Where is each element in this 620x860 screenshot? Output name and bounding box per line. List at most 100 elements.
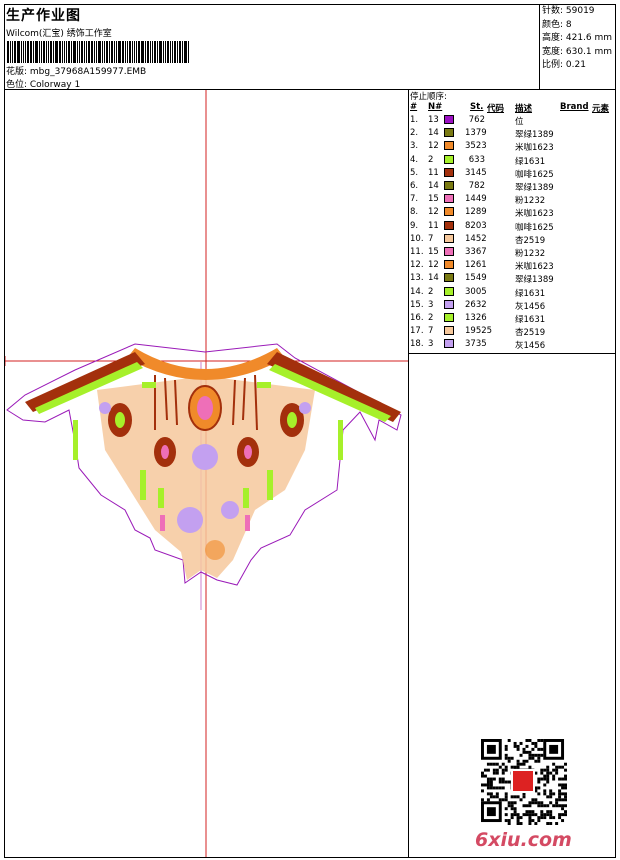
stop-index: 2. bbox=[410, 128, 419, 139]
stitch-count: 3367 bbox=[465, 247, 487, 257]
thread-description: 咖啡1625 bbox=[515, 222, 554, 233]
needle-number: 11 bbox=[428, 220, 439, 231]
needle-number: 12 bbox=[428, 141, 439, 152]
table-row: 13. 14 1549 翠绿1389 bbox=[410, 272, 616, 285]
table-row: 15. 3 2632 灰1456 bbox=[410, 299, 616, 312]
table-row: 7. 15 1449 粉1232 bbox=[410, 193, 616, 206]
thread-description: 绿1631 bbox=[515, 156, 546, 167]
needle-number: 2 bbox=[428, 154, 434, 165]
stitch-count: 1261 bbox=[465, 260, 487, 271]
header: 生产作业图 Wilcom(汇宝) 绣饰工作室 花版: mbg_37968A159… bbox=[6, 5, 538, 90]
needle-number: 14 bbox=[428, 273, 439, 284]
thread-description: 位 bbox=[515, 117, 524, 127]
color-swatch bbox=[444, 154, 454, 164]
needle-number: 2 bbox=[428, 286, 434, 297]
table-row: 3. 12 3523 米咖1623 bbox=[410, 140, 616, 153]
color-swatch bbox=[444, 273, 454, 283]
stop-index: 3. bbox=[410, 141, 419, 152]
stop-index: 6. bbox=[410, 181, 419, 191]
software-label: Wilcom(汇宝) 绣饰工作室 bbox=[6, 29, 112, 39]
stitch-count: 3735 bbox=[465, 339, 487, 350]
table-row: 2. 14 1379 翠绿1389 bbox=[410, 127, 616, 140]
thread-description: 咖啡1625 bbox=[515, 169, 554, 180]
stop-index: 16. bbox=[410, 313, 424, 323]
table-row: 11. 15 3367 粉1232 bbox=[410, 246, 616, 259]
needle-number: 3 bbox=[428, 339, 434, 350]
color-swatch bbox=[444, 326, 454, 336]
stitch-count: 1549 bbox=[465, 273, 487, 284]
table-row: 9. 11 8203 咖啡1625 bbox=[410, 220, 616, 233]
thread-description: 灰1456 bbox=[515, 301, 546, 312]
stop-index: 9. bbox=[410, 220, 419, 231]
stitch-count: 针数: 59019 bbox=[542, 6, 595, 16]
thread-description: 绿1631 bbox=[515, 315, 546, 325]
stitch-count: 3145 bbox=[465, 167, 487, 178]
table-row: 10. 7 1452 杏2519 bbox=[410, 233, 616, 246]
scale: 比例: 0.21 bbox=[542, 60, 586, 70]
needle-number: 11 bbox=[428, 167, 439, 178]
thread-description: 翠绿1389 bbox=[515, 183, 554, 193]
needle-number: 3 bbox=[428, 299, 434, 310]
table-header: # N# St. 代码 描述 Brand 元素 bbox=[410, 102, 616, 114]
stats-panel: 针数: 59019 颜色: 8 高度: 421.6 mm 宽度: 630.1 m… bbox=[542, 5, 616, 73]
needle-number: 12 bbox=[428, 207, 439, 218]
divider bbox=[408, 353, 616, 354]
table-row: 6. 14 782 翠绿1389 bbox=[410, 180, 616, 193]
design-preview bbox=[5, 90, 408, 857]
color-swatch bbox=[444, 141, 454, 151]
thread-description: 绿1631 bbox=[515, 288, 546, 299]
color-swatch bbox=[444, 220, 454, 230]
design-height: 高度: 421.6 mm bbox=[542, 33, 613, 43]
table-row: 18. 3 3735 灰1456 bbox=[410, 338, 616, 351]
thread-description: 翠绿1389 bbox=[515, 130, 554, 141]
color-swatch bbox=[444, 115, 454, 124]
stop-index: 14. bbox=[410, 286, 424, 297]
stitch-count: 762 bbox=[468, 115, 485, 125]
color-swatch bbox=[444, 207, 454, 217]
color-swatch bbox=[444, 128, 454, 138]
table-row: 17. 7 19525 杏2519 bbox=[410, 325, 616, 338]
file-name: 花版: mbg_37968A159977.EMB bbox=[6, 67, 147, 77]
thread-description: 粉1232 bbox=[515, 196, 546, 207]
color-swatch bbox=[444, 194, 454, 204]
col-header: # bbox=[410, 102, 418, 112]
thread-description: 灰1456 bbox=[515, 341, 546, 352]
needle-number: 15 bbox=[428, 247, 439, 257]
stop-index: 8. bbox=[410, 207, 419, 218]
stitch-count: 3523 bbox=[465, 141, 487, 152]
col-header: N# bbox=[428, 102, 443, 112]
needle-number: 7 bbox=[428, 233, 434, 244]
needle-number: 14 bbox=[428, 181, 439, 191]
medallion-left-1 bbox=[108, 403, 132, 437]
embroidery-design bbox=[5, 90, 408, 857]
stop-index: 1. bbox=[410, 115, 419, 125]
col-header: 描述 bbox=[515, 104, 533, 114]
needle-number: 12 bbox=[428, 260, 439, 271]
thread-description: 杏2519 bbox=[515, 328, 546, 339]
stop-index: 12. bbox=[410, 260, 424, 271]
needle-number: 2 bbox=[428, 313, 434, 323]
table-row: 14. 2 3005 绿1631 bbox=[410, 286, 616, 299]
needle-number: 13 bbox=[428, 115, 439, 125]
needle-number: 15 bbox=[428, 194, 439, 205]
stitch-count: 8203 bbox=[465, 220, 487, 231]
stitch-count: 782 bbox=[468, 181, 485, 191]
thread-description: 米咖1623 bbox=[515, 262, 554, 273]
color-count: 颜色: 8 bbox=[542, 19, 572, 30]
table-row: 16. 2 1326 绿1631 bbox=[410, 312, 616, 325]
qr-code bbox=[481, 739, 567, 825]
stop-index: 4. bbox=[410, 154, 419, 165]
color-swatch bbox=[444, 260, 454, 270]
stitch-count: 1289 bbox=[465, 207, 487, 218]
table-row: 1. 13 762 位 bbox=[410, 114, 616, 127]
stop-index: 5. bbox=[410, 167, 419, 178]
divider bbox=[539, 4, 540, 90]
color-swatch bbox=[444, 286, 454, 296]
col-header: Brand bbox=[560, 102, 589, 112]
col-header: 代码 bbox=[487, 104, 505, 114]
needle-number: 7 bbox=[428, 326, 434, 337]
page-title: 生产作业图 bbox=[6, 8, 81, 24]
barcode bbox=[7, 41, 237, 63]
stitch-count: 1449 bbox=[465, 194, 487, 205]
stop-index: 7. bbox=[410, 194, 419, 205]
